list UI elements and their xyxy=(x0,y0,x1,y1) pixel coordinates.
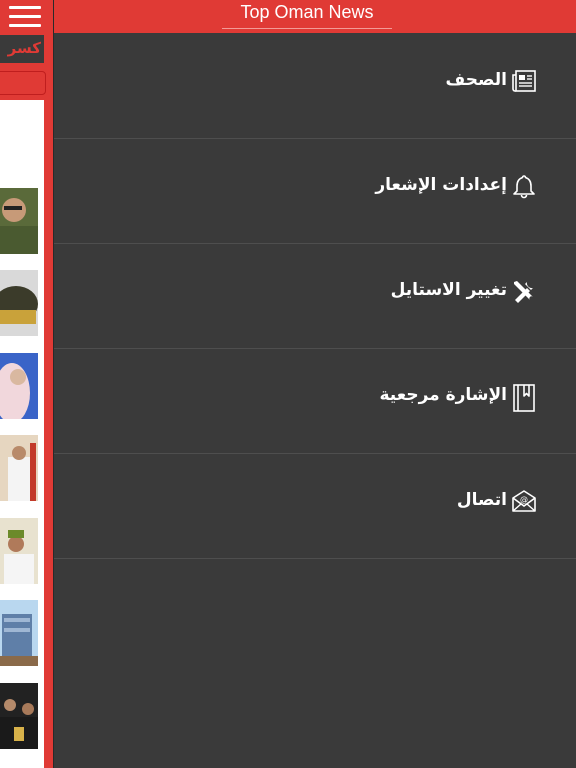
page-top-bar xyxy=(0,0,53,33)
hamburger-menu-icon[interactable] xyxy=(9,6,41,28)
title-underline xyxy=(222,28,392,29)
menu-item-label: الصحف xyxy=(445,70,507,90)
news-thumbnail[interactable] xyxy=(0,518,38,584)
navigation-drawer: Top Oman News الصحف إعدادات الإشعار تغيي… xyxy=(53,0,576,768)
menu-item-newspapers[interactable]: الصحف xyxy=(54,34,576,139)
menu-item-notification-settings[interactable]: إعدادات الإشعار xyxy=(54,139,576,244)
menu-item-bookmarks[interactable]: الإشارة مرجعية xyxy=(54,349,576,454)
menu-item-change-style[interactable]: تغيير الاستايل xyxy=(54,244,576,349)
drawer-header: Top Oman News xyxy=(54,0,576,33)
news-thumbnail[interactable] xyxy=(0,188,38,254)
news-thumbnail[interactable] xyxy=(0,270,38,336)
menu-item-label: الإشارة مرجعية xyxy=(379,385,507,405)
email-icon: @ xyxy=(511,488,537,514)
page-search-box[interactable] xyxy=(0,71,46,95)
tools-icon xyxy=(511,278,537,304)
breaking-news-ticker[interactable]: كسر xyxy=(0,35,44,63)
news-thumbnail[interactable] xyxy=(0,683,38,749)
newspaper-icon xyxy=(511,68,537,94)
svg-text:@: @ xyxy=(520,495,528,504)
app-title: Top Oman News xyxy=(240,2,374,22)
bell-icon xyxy=(511,173,537,199)
bookmark-icon xyxy=(511,383,537,412)
news-list xyxy=(0,100,44,768)
menu-item-label: إعدادات الإشعار xyxy=(375,175,507,195)
news-thumbnail[interactable] xyxy=(0,353,38,419)
news-thumbnail[interactable] xyxy=(0,600,38,666)
news-thumbnail[interactable] xyxy=(0,435,38,501)
menu-item-label: تغيير الاستايل xyxy=(390,280,507,300)
underlying-page: كسر xyxy=(0,0,53,768)
ticker-text: كسر xyxy=(7,39,41,57)
menu-item-contact[interactable]: اتصال @ xyxy=(54,454,576,559)
menu-item-label: اتصال xyxy=(456,490,507,510)
